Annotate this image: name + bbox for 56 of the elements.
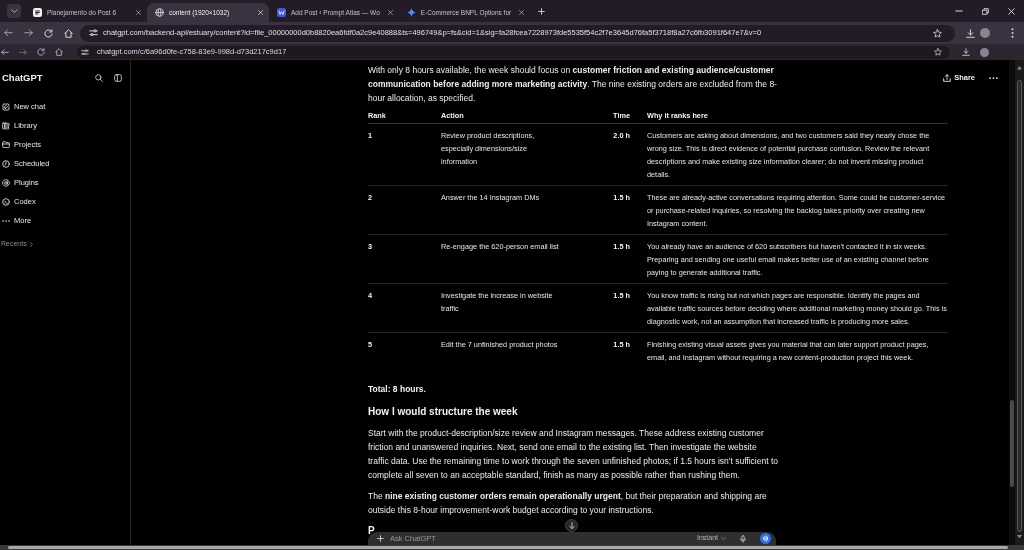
close-icon[interactable] (136, 10, 141, 15)
clock-icon (2, 159, 10, 168)
star-icon[interactable] (933, 28, 942, 38)
tune-icon[interactable] (89, 29, 98, 37)
intro-paragraph: With only 8 hours available, the week should focus on customer friction and existing audience/customer communication before adding more marketing activity. The nine existing orders are excluded from the 8-hour allocation, as specified. (368, 64, 778, 105)
close-icon[interactable] (387, 10, 393, 15)
folder-icon (2, 140, 10, 149)
menu-icon[interactable] (1011, 28, 1014, 38)
star-icon[interactable] (934, 48, 942, 56)
scrollbar-thumb[interactable] (1010, 400, 1014, 487)
app-title: ChatGPT (2, 70, 43, 85)
terminal-icon (2, 197, 10, 206)
reload-icon[interactable] (37, 48, 45, 56)
plus-icon[interactable] (377, 535, 384, 542)
home-icon[interactable] (55, 48, 63, 56)
close-icon[interactable] (519, 10, 525, 15)
scroll-down-arrow-icon[interactable] (1017, 534, 1022, 538)
chevron-down-icon (10, 9, 18, 13)
tune-icon[interactable] (81, 48, 89, 56)
at-sign-icon (2, 178, 10, 187)
chevron-down-icon (721, 537, 726, 540)
close-icon[interactable] (1007, 7, 1015, 15)
sidebar-toggle-icon[interactable] (114, 74, 122, 82)
download-icon[interactable] (962, 48, 970, 56)
body-paragraph: Start with the product-description/size review and Instagram messages. These address existing customer friction and unanswered inquiries. Next, send one email to the existing list. Then investigate the website traffic data. Use the remaining time to work through the seven unfinished photos; if 1.5 hours isn't sufficient to complete all seven to an acceptable standard, finish as many as possible rather than rushing them. (368, 427, 778, 482)
back-icon[interactable] (4, 29, 13, 37)
body-paragraph: The nine existing customer orders remain operationally urgent, but their preparation and shipping are outside this 8-hour improvement-work budget according to your instructions. (368, 490, 768, 517)
home-icon[interactable] (64, 28, 73, 38)
forward-icon[interactable] (24, 29, 33, 37)
scroll-down-button[interactable] (565, 519, 578, 532)
more-icon[interactable] (989, 77, 998, 80)
total-text: Total: 8 hours. (368, 383, 427, 396)
download-icon[interactable] (966, 28, 975, 38)
share-icon (943, 73, 952, 82)
document-icon (33, 8, 42, 17)
edit-icon (2, 102, 10, 111)
tab-list-button[interactable] (7, 4, 21, 18)
sparkle-icon (406, 8, 416, 17)
microphone-icon[interactable] (740, 534, 746, 543)
voice-icon[interactable] (760, 533, 771, 544)
forward-icon[interactable] (19, 48, 27, 56)
section-heading: How I would structure the week (368, 405, 519, 419)
back-icon[interactable] (1, 48, 9, 56)
scrollbar-thumb[interactable] (8, 546, 1008, 549)
globe-icon (155, 8, 164, 17)
restore-icon[interactable] (981, 7, 989, 15)
site-logo-icon (277, 8, 286, 17)
more-icon (2, 219, 10, 222)
scroll-up-arrow-icon[interactable] (1017, 66, 1022, 70)
reload-icon[interactable] (44, 28, 53, 38)
books-icon (2, 121, 10, 130)
arrow-down-icon (568, 521, 575, 530)
scrollbar-thumb[interactable] (1017, 79, 1022, 532)
chevron-right-icon (29, 241, 33, 247)
plus-icon[interactable] (538, 7, 546, 15)
search-icon[interactable] (95, 74, 103, 82)
